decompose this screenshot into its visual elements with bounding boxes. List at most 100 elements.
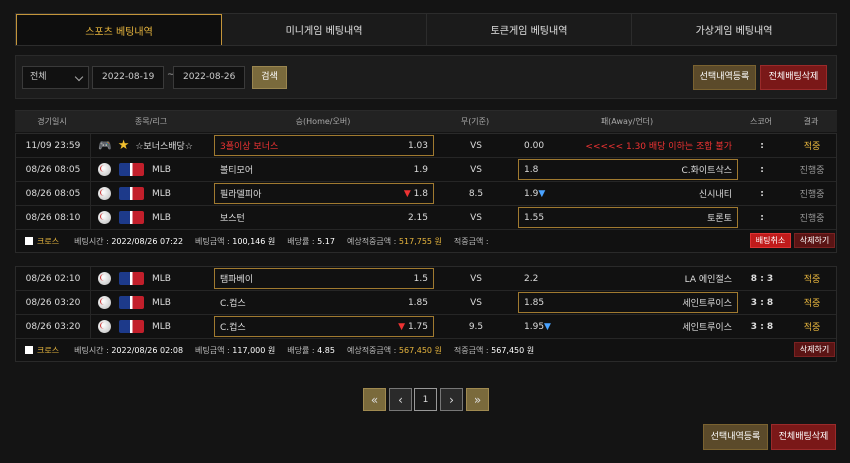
total-odds: 4.85 [317,345,335,355]
away-odds: 1.85 [524,297,545,308]
home-odds: 1.03 [407,140,428,151]
home-odds: 1.75 [407,321,428,332]
bet-time: 2022/08/26 07:22 [111,236,184,246]
bet-amount-label: 베팅금액 : [195,345,230,355]
header-away: 패(Away/언더) [600,117,654,126]
home-pick[interactable]: 탬파베이 1.5 [214,267,434,290]
away-team: 세인트루이스 [682,323,732,333]
tab-token-game[interactable]: 토큰게임 베팅내역 [427,14,632,45]
away-pick[interactable]: 1.8 C.화이트삭스 [518,158,738,181]
score: : [760,188,764,199]
expected-amount: 567,450 원 [398,345,442,355]
away-odds: 2.2 [524,273,539,284]
bet-amount: 117,000 원 [232,345,276,355]
delete-bet-button[interactable]: 삭제하기 [794,342,835,357]
table-row: 08/26 08:05 MLB 볼티모어 1.9 VS 1.8 C.화이트삭스 … [16,158,836,182]
bet-time-label: 베팅시간 : [74,345,109,355]
home-pick[interactable]: C.컵스 ▼ 1.75 [214,315,434,338]
mlb-logo-icon [119,211,144,224]
bet-group-1: 11/09 23:59 🎮 ★ ☆보너스배당☆ 3폴이상 보너스 1.03 VS… [15,133,837,253]
arrow-down-icon: ▼ [398,321,406,332]
search-button[interactable]: 검색 [252,66,287,89]
away-team: 신시내티 [698,190,732,200]
win-label: 적중금액 : [453,236,489,246]
type-select[interactable]: 전체 [22,66,89,89]
away-pick[interactable]: 1.85 세인트루이스 [518,291,738,314]
league-cell: MLB [90,158,214,181]
home-team: 볼티모어 [220,166,254,176]
cancel-bet-button[interactable]: 배팅취소 [750,233,791,248]
score: 8 : 3 [750,273,774,284]
select-checkbox[interactable] [25,346,33,354]
select-checkbox[interactable] [25,237,33,245]
league-name: MLB [152,297,171,308]
league-cell: 🎮 ★ ☆보너스배당☆ [90,134,214,157]
header-home: 승(Home/오버) [295,117,351,126]
date-from-input[interactable]: 2022-08-19 [92,66,164,89]
type-select-value: 전체 [30,72,47,82]
home-pick[interactable]: 3폴이상 보너스 1.03 [214,134,434,157]
home-odds: 1.8 [413,188,428,199]
arrow-down-icon: ▼ [403,188,411,199]
handicap-cell: 8.5 [468,188,484,199]
league-name: MLB [152,188,171,199]
table-row: 08/26 03:20 MLB C.컵스 1.85 VS 1.85 세인트루이스… [16,291,836,315]
baseball-icon [98,272,111,285]
table-header: 경기일시 종목/리그 승(Home/오버) 무(기준) 패(Away/언더) 스… [15,110,837,132]
tab-virtual-game[interactable]: 가상게임 베팅내역 [632,14,836,45]
home-team: 탬파베이 [220,275,254,285]
odds-label: 배당률 : [287,236,315,246]
delete-all-button[interactable]: 전체배팅삭제 [760,65,827,90]
league-cell: MLB [90,182,214,205]
last-page-button[interactable]: » [466,388,489,411]
date-to-input[interactable]: 2022-08-26 [173,66,245,89]
bet-summary: 크로스 베팅시간 : 2022/08/26 07:22 베팅금액 : 100,1… [16,230,836,252]
league-name: MLB [152,273,171,284]
away-pick[interactable]: 1.95▼ 세인트루이스 [518,315,738,338]
away-pick[interactable]: 1.55 토론토 [518,206,738,229]
prev-page-button[interactable]: ‹ [389,388,412,411]
arrow-down-icon: ▼ [538,188,546,199]
bet-amount: 100,146 원 [232,236,276,246]
table-row: 08/26 02:10 MLB 탬파베이 1.5 VS 2.2 LA 에인절스 … [16,267,836,291]
away-pick[interactable]: 1.9▼ 신시내티 [518,182,738,205]
away-odds: 1.95 [524,321,545,332]
header-score: 스코어 [749,117,773,126]
bet-amount-label: 베팅금액 : [195,236,230,246]
header-date: 경기일시 [37,117,67,126]
delete-bet-button[interactable]: 삭제하기 [794,233,835,248]
away-team: <<<<< 1.30 배당 이하는 조합 불가 [585,142,732,152]
home-pick[interactable]: 필라델피아 ▼ 1.8 [214,182,434,205]
next-page-button[interactable]: › [440,388,463,411]
tab-sports[interactable]: 스포츠 베팅내역 [16,14,222,45]
league-name: ☆보너스배당☆ [135,142,193,152]
bet-type: 크로스 [37,345,60,355]
match-date: 08/26 03:20 [25,297,81,308]
league-cell: MLB [90,206,214,229]
star-icon: ★ [117,138,130,153]
home-pick[interactable]: 볼티모어 1.9 [214,158,434,181]
away-pick: 0.00 <<<<< 1.30 배당 이하는 조합 불가 [518,134,738,157]
bottom-register-selected-button[interactable]: 선택내역등록 [703,424,768,450]
tab-minigame[interactable]: 미니게임 베팅내역 [222,14,427,45]
score: 3 : 8 [750,297,774,308]
home-pick[interactable]: C.컵스 1.85 [214,291,434,314]
first-page-button[interactable]: « [363,388,386,411]
match-date: 08/26 03:20 [25,321,81,332]
away-odds: 1.55 [524,212,545,223]
bet-time: 2022/08/26 02:08 [111,345,184,355]
score: : [760,212,764,223]
expected-label: 예상적중금액 : [346,236,397,246]
home-pick[interactable]: 보스턴 2.15 [214,206,434,229]
home-odds: 1.85 [407,297,428,308]
mlb-logo-icon [119,272,144,285]
home-team: 필라델피아 [220,190,262,200]
bottom-delete-all-button[interactable]: 전체배팅삭제 [771,424,836,450]
league-name: MLB [152,164,171,175]
bet-time-label: 베팅시간 : [74,236,109,246]
home-odds: 1.9 [413,164,428,175]
page-1-button[interactable]: 1 [414,388,437,411]
away-pick[interactable]: 2.2 LA 에인절스 [518,267,738,290]
register-selected-button[interactable]: 선택내역등록 [693,65,756,90]
baseball-icon [98,320,111,333]
